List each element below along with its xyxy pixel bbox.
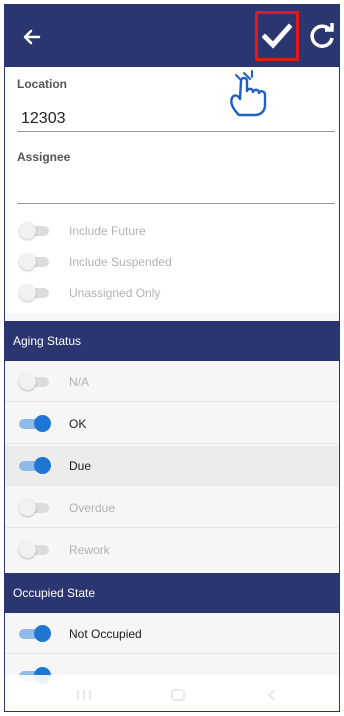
aging-item-ok[interactable]: OK [5,404,339,444]
toggle-switch[interactable] [19,624,53,644]
home-icon[interactable] [169,689,187,701]
aging-item-label: Rework [69,543,110,557]
aging-item-overdue[interactable]: Overdue [5,488,339,528]
occupied-item-label: Not Occupied [69,626,142,641]
aging-item-due[interactable]: Due [5,446,339,486]
location-label: Location [17,77,67,91]
system-nav-bar [5,675,339,711]
toggle-switch[interactable] [19,414,53,434]
toggle-switch[interactable] [19,252,53,272]
assignee-label: Assignee [17,150,71,164]
recent-apps-icon[interactable] [75,689,93,701]
filter-label: Include Future [69,224,146,238]
checkmark-icon [262,23,292,49]
aging-item-na[interactable]: N/A [5,362,339,402]
back-nav-icon[interactable] [263,689,281,701]
toggle-switch[interactable] [19,540,53,560]
aging-item-label: N/A [69,374,90,389]
refresh-button[interactable] [307,21,337,51]
refresh-icon [310,23,334,48]
occupied-item-not-occupied[interactable]: Not Occupied [5,614,339,654]
location-field[interactable]: 12303 [21,110,66,128]
aging-item-label: Overdue [69,500,116,515]
app-screen: Location 12303 Assignee Include Future I… [4,4,340,712]
toggle-switch[interactable] [19,283,53,303]
occupied-state-header: Occupied State [5,573,339,613]
confirm-button[interactable] [255,11,299,61]
pointing-hand-icon [227,69,273,117]
location-underline [17,131,335,132]
filter-label: Include Suspended [69,255,172,269]
toggle-switch[interactable] [19,456,53,476]
aging-item-rework[interactable]: Rework [5,530,339,570]
arrow-left-icon [23,29,41,45]
toggle-switch[interactable] [19,498,53,518]
filter-label: Unassigned Only [69,286,161,300]
assignee-underline [17,203,335,204]
aging-item-label: OK [69,416,87,431]
back-button[interactable] [19,24,45,50]
filter-unassigned-only[interactable]: Unassigned Only [5,273,339,313]
aging-item-label: Due [69,458,92,473]
toggle-switch[interactable] [19,221,53,241]
aging-status-header: Aging Status [5,321,339,361]
top-app-bar [5,5,339,67]
spacer [5,313,339,321]
toggle-switch[interactable] [19,372,53,392]
